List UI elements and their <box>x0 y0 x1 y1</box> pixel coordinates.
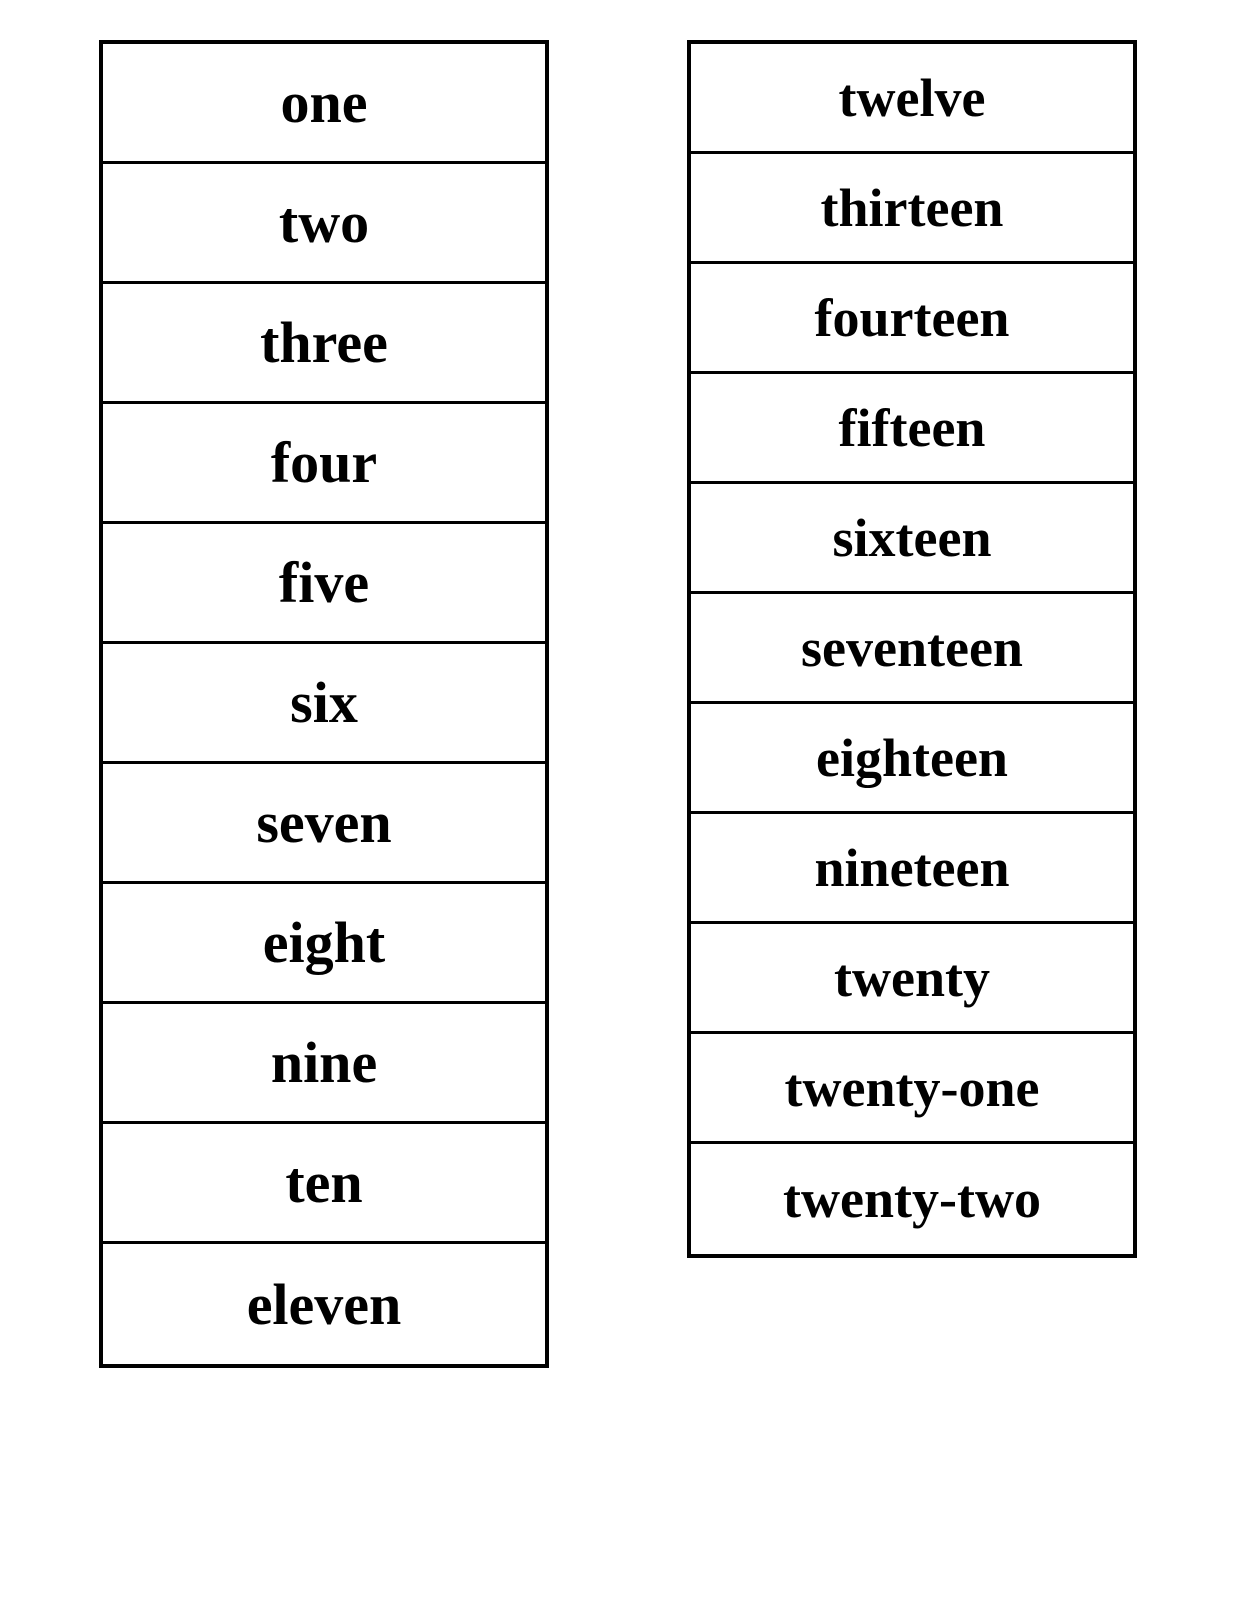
number-label: ten <box>285 1149 362 1216</box>
number-label: eighteen <box>816 727 1008 789</box>
number-label: two <box>279 189 369 256</box>
list-item: seventeen <box>691 594 1133 704</box>
number-label: twenty <box>834 947 990 1009</box>
list-item: three <box>103 284 545 404</box>
number-label: one <box>281 69 368 136</box>
list-item: twenty-two <box>691 1144 1133 1254</box>
number-label: five <box>279 549 369 616</box>
list-item: fifteen <box>691 374 1133 484</box>
list-item: six <box>103 644 545 764</box>
number-label: twelve <box>839 67 986 129</box>
list-item: eleven <box>103 1244 545 1364</box>
number-label: eight <box>263 909 385 976</box>
list-item: twenty <box>691 924 1133 1034</box>
number-label: sixteen <box>833 507 992 569</box>
number-label: fifteen <box>839 397 986 459</box>
number-label: seven <box>256 789 391 856</box>
list-item: eight <box>103 884 545 1004</box>
number-label: four <box>271 429 377 496</box>
list-item: ten <box>103 1124 545 1244</box>
list-item: nine <box>103 1004 545 1124</box>
left-number-column: one two three four five six seven eight nine ten e… <box>99 40 549 1368</box>
list-item: five <box>103 524 545 644</box>
list-item: thirteen <box>691 154 1133 264</box>
list-item: four <box>103 404 545 524</box>
list-item: fourteen <box>691 264 1133 374</box>
number-label: twenty-two <box>783 1168 1041 1230</box>
number-label: twenty-one <box>785 1057 1040 1119</box>
number-label: three <box>260 309 388 376</box>
list-item: twenty-one <box>691 1034 1133 1144</box>
number-label: seventeen <box>801 617 1023 679</box>
list-item: seven <box>103 764 545 884</box>
list-item: nineteen <box>691 814 1133 924</box>
list-item: two <box>103 164 545 284</box>
number-label: nine <box>271 1029 377 1096</box>
number-label: fourteen <box>815 287 1010 349</box>
right-number-column: twelve thirteen fourteen fifteen sixteen seve… <box>687 40 1137 1258</box>
page-container: one two three four five six seven eight nine ten e… <box>20 20 1216 1388</box>
list-item: twelve <box>691 44 1133 154</box>
number-label: thirteen <box>821 177 1004 239</box>
number-label: six <box>290 669 358 736</box>
list-item: eighteen <box>691 704 1133 814</box>
list-item: one <box>103 44 545 164</box>
list-item: sixteen <box>691 484 1133 594</box>
number-label: nineteen <box>815 837 1010 899</box>
number-label: eleven <box>247 1271 402 1338</box>
